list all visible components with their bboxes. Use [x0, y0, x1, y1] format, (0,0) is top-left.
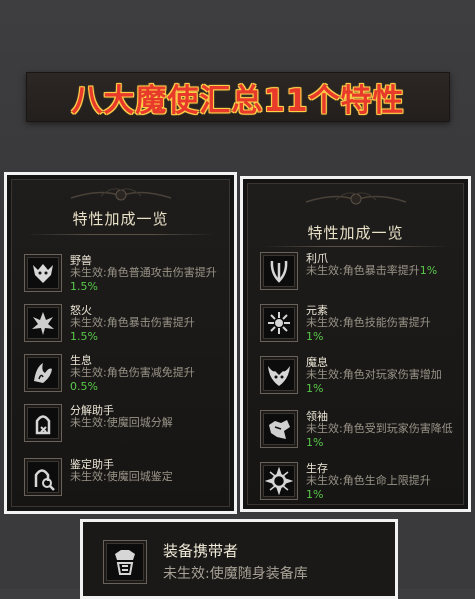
trait-desc: 未生效:角色普通攻击伤害提升 1.5% [70, 266, 217, 293]
trait-row[interactable]: 领袖 未生效:角色受到玩家伤害降低1% [260, 408, 457, 460]
trait-percent: 1% [306, 436, 324, 449]
trait-row[interactable]: 魔息 未生效:角色对玩家伤害增加1% [260, 354, 457, 406]
trait-row[interactable]: 怒火 未生效:角色暴击伤害提升 1.5% [24, 302, 223, 354]
trait-desc: 未生效:角色受到玩家伤害降低1% [306, 422, 453, 449]
trait-percent: 1.5% [70, 280, 98, 293]
trait-row[interactable]: 元素 未生效:角色技能伤害提升 1% [260, 302, 457, 354]
trait-percent: 1.5% [70, 330, 98, 343]
trait-percent: 1% [306, 382, 324, 395]
ornament-icon [305, 192, 406, 205]
trait-desc: 未生效:角色伤害减免提升 0.5% [70, 366, 195, 393]
trait-percent: 1% [419, 264, 438, 277]
trait-row[interactable]: 鉴定助手 未生效:使魔回城鉴定 [24, 456, 223, 508]
trait-desc: 未生效:角色暴击率提升1% [306, 264, 438, 277]
equipment-carrier-icon [103, 540, 147, 584]
trait-row[interactable]: 野兽 未生效:角色普通攻击伤害提升 1.5% [24, 252, 223, 304]
trait-percent: 0.5% [70, 380, 98, 393]
trait-row[interactable]: 生息 未生效:角色伤害减免提升 0.5% [24, 352, 223, 404]
equipment-carrier-panel[interactable]: 装备携带者 未生效:使魔随身装备库 [80, 519, 398, 599]
trait-desc: 未生效:使魔回城鉴定 [70, 470, 173, 483]
trait-percent: 1% [306, 330, 324, 343]
title-banner: 八大魔使汇总11个特性 [26, 72, 450, 122]
claw-icon [260, 252, 298, 290]
divider [26, 234, 215, 235]
left-traits-panel: 特性加成一览 野兽 未生效:角色普通攻击伤害提升 1.5% 怒火 未生效:角色暴击… [4, 172, 237, 514]
trait-row[interactable]: 生存 未生效:角色生命上限提升 1% [260, 460, 457, 509]
divider [262, 246, 449, 247]
panel-title: 特性加成一览 [307, 224, 404, 242]
leader-icon [260, 410, 298, 448]
trait-row[interactable]: 利爪 未生效:角色暴击率提升1% [260, 250, 457, 302]
trait-desc: 未生效:角色生命上限提升 1% [306, 474, 431, 501]
trait-desc: 未生效:角色对玩家伤害增加1% [306, 368, 442, 395]
element-icon [260, 304, 298, 342]
trait-desc: 未生效:角色技能伤害提升 1% [306, 316, 431, 343]
dismantle-icon [24, 404, 62, 442]
trait-name: 装备携带者 [163, 542, 239, 560]
ornament-icon [70, 188, 171, 201]
trait-percent: 1% [306, 488, 324, 501]
right-traits-panel: 特性加成一览 利爪 未生效:角色暴击率提升1% 元素 未生效:角色技能伤害提升 1… [240, 176, 471, 512]
survival-icon [260, 462, 298, 500]
beast-icon [24, 254, 62, 292]
demon-breath-icon [260, 356, 298, 394]
trait-desc: 未生效:使魔随身装备库 [163, 566, 308, 582]
panel-title: 特性加成一览 [72, 210, 169, 228]
fury-icon [24, 304, 62, 342]
trait-row[interactable]: 分解助手 未生效:使魔回城分解 [24, 402, 223, 454]
breath-icon [24, 354, 62, 392]
identify-icon [24, 458, 62, 496]
trait-desc: 未生效:使魔回城分解 [70, 416, 173, 429]
trait-desc: 未生效:角色暴击伤害提升 1.5% [70, 316, 195, 343]
banner-title: 八大魔使汇总11个特性 [71, 82, 405, 119]
